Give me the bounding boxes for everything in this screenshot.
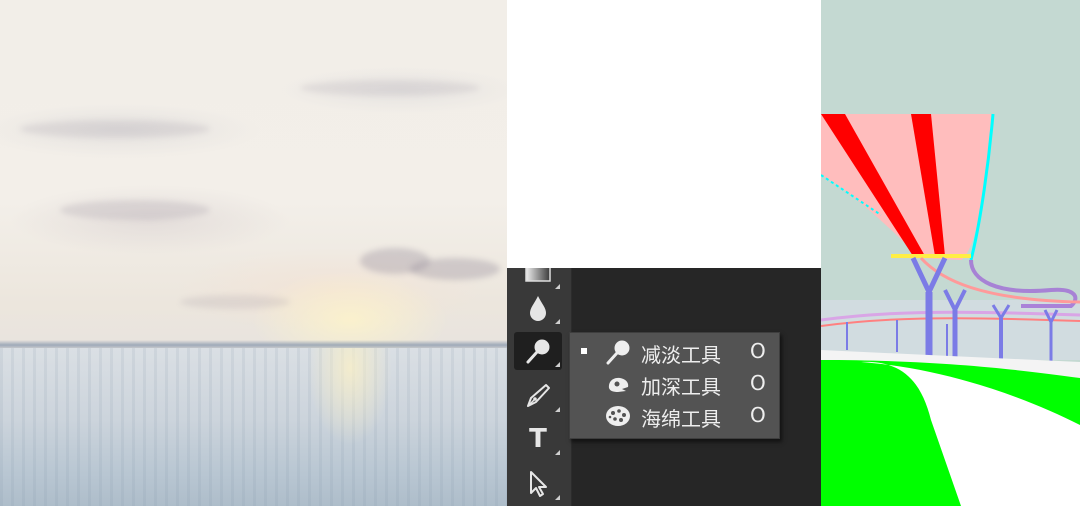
arrow-cursor-icon bbox=[530, 471, 547, 497]
submenu-indicator bbox=[555, 495, 560, 500]
blank-canvas bbox=[507, 0, 821, 268]
submenu-indicator bbox=[555, 407, 560, 412]
menu-item-label: 减淡工具 bbox=[641, 343, 721, 367]
submenu-indicator bbox=[555, 450, 560, 455]
cloud-stroke bbox=[300, 80, 480, 96]
pen-tool[interactable] bbox=[514, 377, 562, 415]
sponge-icon bbox=[606, 406, 630, 426]
pen-icon bbox=[527, 384, 550, 407]
cloud-stroke bbox=[60, 200, 210, 220]
cloud-stroke bbox=[410, 258, 500, 280]
menu-item-label: 海绵工具 bbox=[641, 407, 721, 431]
drop-icon bbox=[530, 296, 546, 321]
dodge-icon bbox=[526, 339, 550, 364]
tools-toolbar: T bbox=[507, 268, 572, 506]
menu-item-label: 加深工具 bbox=[641, 375, 721, 399]
menu-item-shortcut: O bbox=[750, 339, 766, 363]
canopy-render bbox=[821, 0, 1080, 506]
seascape-painting bbox=[0, 0, 507, 506]
selected-marker bbox=[581, 348, 587, 354]
dodge-tool-flyout-menu: 减淡工具 O 加深工具 O 海绵工具 O bbox=[569, 332, 780, 439]
water-surface bbox=[0, 348, 507, 506]
photoshop-panel: T 减淡工具 O 加深工具 O 海绵工具 O bbox=[507, 268, 821, 506]
menu-item-sponge-tool[interactable]: 海绵工具 O bbox=[570, 400, 779, 432]
blur-tool[interactable] bbox=[514, 289, 562, 327]
menu-item-shortcut: O bbox=[750, 403, 766, 427]
path-selection-tool[interactable] bbox=[514, 465, 562, 503]
gradient-icon bbox=[525, 268, 551, 282]
cloud-stroke bbox=[20, 120, 210, 138]
cloud-stroke bbox=[180, 295, 290, 309]
submenu-indicator bbox=[555, 362, 560, 367]
render-illustration bbox=[821, 0, 1080, 506]
dodge-tool[interactable] bbox=[514, 332, 562, 370]
burn-icon bbox=[608, 377, 629, 392]
submenu-indicator bbox=[555, 319, 560, 324]
type-icon: T bbox=[529, 424, 547, 454]
menu-item-dodge-tool[interactable]: 减淡工具 O bbox=[570, 336, 779, 368]
menu-item-shortcut: O bbox=[750, 371, 766, 395]
type-tool[interactable]: T bbox=[514, 420, 562, 458]
menu-item-burn-tool[interactable]: 加深工具 O bbox=[570, 368, 779, 400]
dodge-icon bbox=[606, 340, 630, 365]
